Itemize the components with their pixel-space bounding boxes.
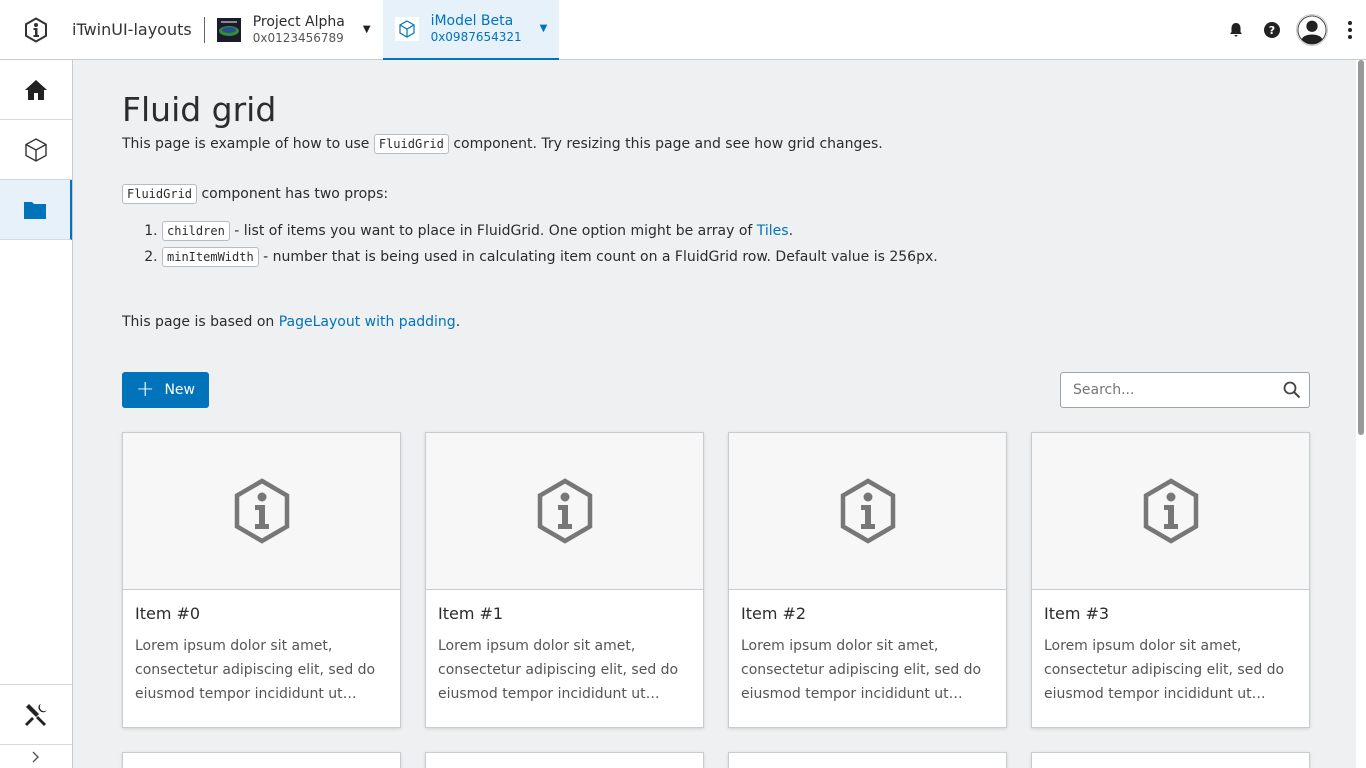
user-avatar-icon[interactable]: [1296, 13, 1328, 46]
props-list: children - list of items you want to pla…: [162, 218, 1310, 270]
new-button[interactable]: + New: [122, 372, 209, 408]
itwin-logo-icon[interactable]: [0, 0, 72, 59]
project-id: 0x0123456789: [252, 30, 344, 45]
tile-description: Lorem ipsum dolor sit amet, consectetur …: [741, 638, 982, 702]
tile[interactable]: [122, 752, 401, 768]
itwin-logo-icon: [840, 478, 895, 544]
project-thumbnail: [216, 17, 241, 42]
prop1-text: - list of items you want to place in Flu…: [229, 223, 757, 239]
itwin-logo-icon: [537, 478, 592, 544]
based-text: This page is based on: [122, 314, 279, 330]
page-title: Fluid grid: [122, 90, 277, 129]
tile[interactable]: Item #0 Lorem ipsum dolor sit amet, cons…: [122, 432, 401, 728]
props-text: component has two props:: [197, 186, 389, 202]
notifications-bell-icon[interactable]: [1218, 12, 1254, 48]
itwin-logo-icon: [234, 478, 289, 544]
app-title[interactable]: iTwinUI-layouts: [72, 0, 204, 59]
tile-thumbnail: [1032, 433, 1309, 590]
tile-name: Item #2: [741, 604, 807, 623]
chevron-down-icon[interactable]: ▼: [363, 24, 371, 35]
search-input[interactable]: [1061, 374, 1271, 406]
tiles-link[interactable]: Tiles: [757, 223, 789, 239]
svg-text:?: ?: [1269, 24, 1275, 37]
intro-paragraph: This page is example of how to use Fluid…: [122, 134, 1310, 154]
tile-thumbnail: [729, 433, 1006, 590]
sidenav-item-home[interactable]: [0, 60, 72, 120]
tile[interactable]: [728, 752, 1007, 768]
fluid-grid: Item #0 Lorem ipsum dolor sit amet, cons…: [122, 432, 1310, 768]
list-item: children - list of items you want to pla…: [162, 218, 1310, 244]
more-vertical-icon[interactable]: [1334, 12, 1366, 48]
project-selector[interactable]: Project Alpha 0x0123456789 ▼: [216, 0, 383, 59]
scrollbar-thumb[interactable]: [1358, 60, 1364, 435]
prop2-code: minItemWidth: [162, 247, 259, 267]
based-text-after: .: [455, 314, 461, 330]
chevron-down-icon[interactable]: ▼: [540, 23, 548, 34]
based-on-paragraph: This page is based on PageLayout with pa…: [122, 312, 1310, 332]
plus-icon: +: [136, 377, 155, 402]
tile[interactable]: Item #3 Lorem ipsum dolor sit amet, cons…: [1031, 432, 1310, 728]
props-code: FluidGrid: [122, 184, 198, 204]
intro-text: This page is example of how to use: [122, 136, 374, 152]
intro-code: FluidGrid: [373, 134, 449, 154]
tile-name: Item #3: [1044, 604, 1110, 623]
side-navigation: [0, 60, 73, 768]
cube-icon: [394, 16, 419, 41]
tile-description: Lorem ipsum dolor sit amet, consectetur …: [1044, 638, 1285, 702]
main-content: Fluid grid This page is example of how t…: [73, 60, 1356, 768]
imodel-name: iModel Beta: [430, 12, 514, 29]
header-divider: [203, 16, 205, 43]
sidenav-item-imodels[interactable]: [0, 120, 72, 180]
tile-name: Item #1: [438, 604, 504, 623]
project-name: Project Alpha: [252, 13, 345, 30]
app-header: iTwinUI-layouts Project Alpha 0x01234567…: [0, 0, 1366, 60]
sidenav-expand-chevron-icon[interactable]: [0, 744, 72, 768]
folder-icon: [24, 201, 46, 219]
tile-description: Lorem ipsum dolor sit amet, consectetur …: [438, 638, 679, 702]
new-button-label: New: [164, 382, 195, 398]
intro-text-after: component. Try resizing this page and se…: [448, 136, 883, 152]
prop2-text: - number that is being used in calculati…: [258, 249, 938, 265]
tile-thumbnail: [426, 433, 703, 590]
itwin-logo-icon: [1143, 478, 1198, 544]
search-box: [1060, 372, 1310, 408]
tile-name: Item #0: [135, 604, 201, 623]
tile[interactable]: Item #1 Lorem ipsum dolor sit amet, cons…: [425, 432, 704, 728]
sidenav-item-settings[interactable]: [0, 684, 72, 744]
imodel-id: 0x0987654321: [430, 29, 522, 44]
tile[interactable]: Item #2 Lorem ipsum dolor sit amet, cons…: [728, 432, 1007, 728]
list-item: minItemWidth - number that is being used…: [162, 244, 1310, 270]
sidenav-item-documents[interactable]: [0, 180, 72, 240]
home-icon: [25, 79, 47, 100]
cube-icon: [25, 137, 47, 162]
pagelayout-link[interactable]: PageLayout with padding: [279, 314, 456, 330]
prop1-code: children: [162, 221, 230, 241]
tile-description: Lorem ipsum dolor sit amet, consectetur …: [135, 638, 376, 702]
settings-tools-icon: [25, 703, 47, 726]
tile-thumbnail: [123, 433, 400, 590]
help-icon[interactable]: ?: [1254, 12, 1290, 48]
toolbar: + New: [122, 372, 1310, 408]
page-scrollbar[interactable]: [1356, 60, 1366, 768]
tile[interactable]: [1031, 752, 1310, 768]
tile[interactable]: [425, 752, 704, 768]
search-icon[interactable]: [1283, 381, 1301, 403]
props-paragraph: FluidGrid component has two props:: [122, 184, 1310, 204]
prop1-end: .: [788, 223, 794, 239]
imodel-selector[interactable]: iModel Beta 0x0987654321 ▼: [382, 0, 560, 60]
